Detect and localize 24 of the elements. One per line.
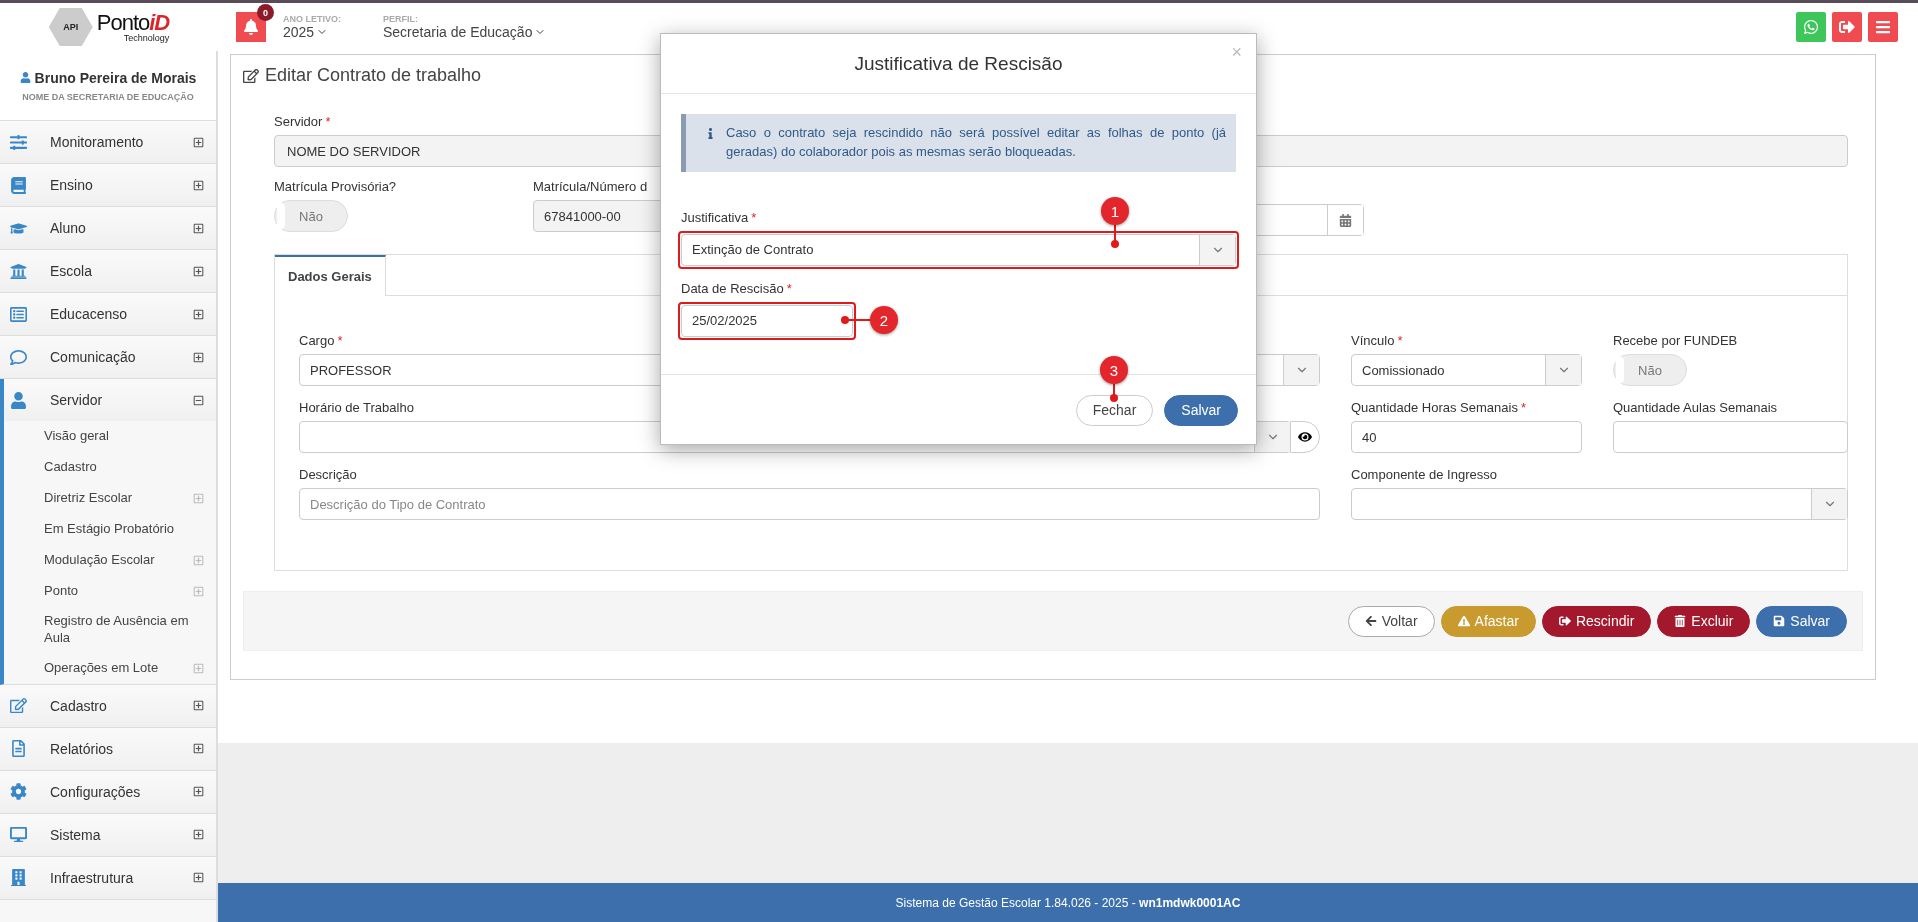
- footer-text: Sistema de Gestão Escolar 1.84.026 - 2025 - wn1mdwk0001AC: [218, 883, 1918, 922]
- field-label: Horário de Trabalho: [299, 400, 414, 415]
- field-label: Data de Rescisão *: [681, 280, 792, 296]
- field-label: Componente de Ingresso: [1351, 467, 1497, 482]
- step-number: 1: [1101, 197, 1129, 225]
- profile-label: PERFIL:: [383, 14, 419, 24]
- field-label: Servidor *: [274, 114, 331, 129]
- info-message: Caso o contrato seja rescindido não será possível editar as folhas de ponto (já geradas) do colaborador pois as mesmas serão bloqueadas.: [681, 114, 1236, 172]
- organization-name: NOME DA SECRETARIA DE EDUCAÇÃO: [22, 91, 194, 102]
- field-label: Quantidade Aulas Semanais: [1613, 400, 1778, 415]
- field-label: Cargo *: [299, 333, 343, 348]
- field-label: Vínculo *: [1351, 333, 1403, 348]
- field-label: Matrícula Provisória?: [274, 179, 397, 194]
- field-label: Matrícula/Número d: [533, 179, 648, 194]
- logo: API PontoiD Technology: [0, 3, 218, 51]
- user-name: Bruno Pereira de Morais: [19, 69, 197, 86]
- field-label: Recebe por FUNDEB: [1613, 333, 1738, 348]
- notification-count: 0: [257, 4, 274, 21]
- year-label: ANO LETIVO:: [283, 14, 341, 24]
- field-label: Descrição: [299, 467, 357, 482]
- field-label: Justificativa *: [681, 209, 757, 225]
- step-number: 3: [1100, 356, 1128, 384]
- step-number: 2: [870, 306, 898, 334]
- field-label: Quantidade Horas Semanais *: [1351, 400, 1526, 415]
